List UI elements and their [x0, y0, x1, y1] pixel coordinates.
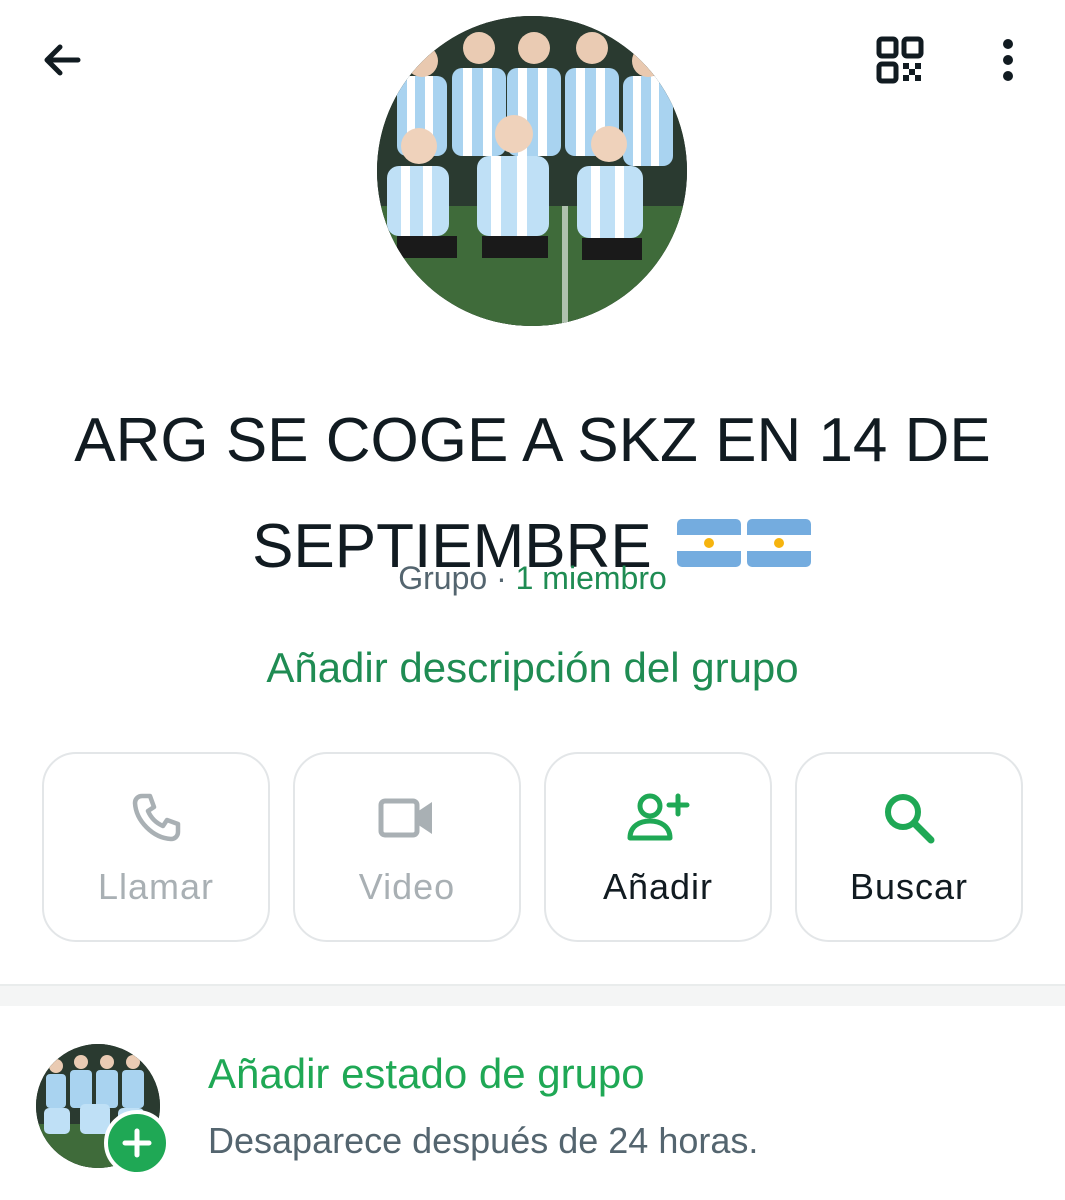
members-count-link[interactable]: 1 miembro [516, 560, 667, 596]
qr-code-button[interactable] [868, 28, 932, 92]
search-icon [885, 794, 935, 844]
add-participant-button[interactable]: Añadir [544, 752, 772, 942]
add-description-link[interactable]: Añadir descripción del grupo [0, 644, 1065, 692]
group-type-label: Grupo [398, 560, 488, 596]
phone-icon [132, 793, 181, 842]
group-photo-image [377, 16, 687, 326]
group-avatar[interactable] [377, 16, 687, 326]
status-title: Añadir estado de grupo [208, 1050, 645, 1097]
search-button[interactable]: Buscar [795, 752, 1023, 942]
back-button[interactable] [30, 28, 94, 92]
video-button[interactable]: Video [293, 752, 521, 942]
video-camera-icon [378, 798, 432, 838]
action-buttons: Llamar Video Añadir Buscar [42, 752, 1024, 942]
call-button[interactable]: Llamar [42, 752, 270, 942]
more-vertical-icon [1003, 39, 1013, 81]
add-group-status-row[interactable]: Añadir estado de grupo Desaparece despué… [0, 1020, 1065, 1200]
group-meta: Grupo · 1 miembro [0, 560, 1065, 597]
video-label: Video [358, 866, 456, 907]
more-options-button[interactable] [978, 28, 1038, 92]
call-label: Llamar [97, 866, 215, 907]
group-title-text: ARG SE COGE A SKZ EN 14 DE SEPTIEMBRE [74, 406, 991, 581]
qr-code-icon [876, 36, 924, 84]
arrow-left-icon [44, 44, 81, 76]
add-status-badge[interactable] [104, 1110, 170, 1176]
add-person-icon [627, 793, 690, 841]
search-label: Buscar [849, 866, 969, 907]
meta-separator: · [496, 560, 507, 596]
plus-icon [122, 1128, 152, 1158]
add-label: Añadir [602, 866, 714, 907]
section-divider [0, 984, 1065, 1006]
status-subtitle: Desaparece después de 24 horas. [208, 1120, 759, 1161]
